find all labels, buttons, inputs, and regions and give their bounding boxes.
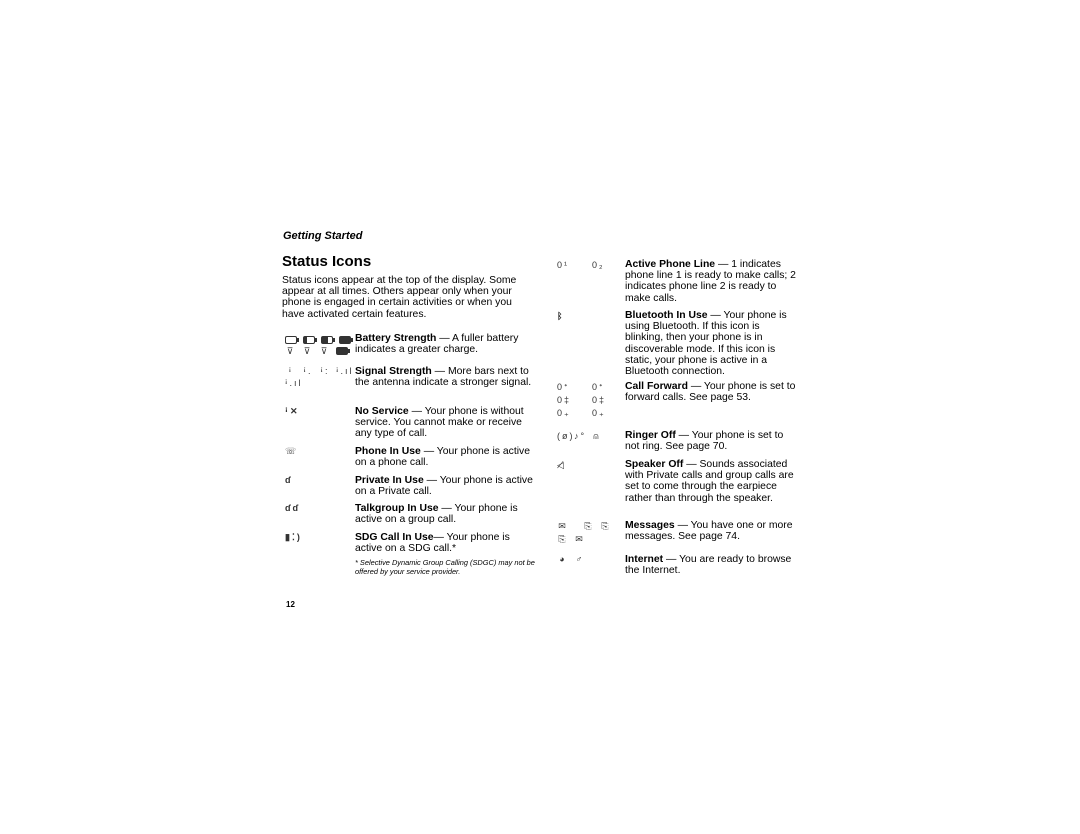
sdg-call-icon: ▮⁚): [285, 532, 302, 542]
section-header: Getting Started: [283, 230, 363, 242]
speaker-off-desc: Speaker Off — Sounds associated with Pri…: [625, 459, 794, 504]
bluetooth-in-use-desc: Bluetooth In Use — Your phone is using B…: [625, 310, 787, 378]
footnote: * Selective Dynamic Group Calling (SDGC)…: [355, 558, 535, 576]
internet-desc: Internet — You are ready to browse the I…: [625, 554, 792, 577]
messages-icon: ✉ ⎘ ⎘ ⎘ ✉: [558, 521, 611, 544]
phone-in-use-icon: ☏: [285, 446, 299, 456]
private-in-use-icon: ɗ: [285, 475, 293, 485]
no-service-icon: ꜟ✕: [285, 406, 300, 416]
phone-line-icon: 0¹ 0₂: [557, 260, 605, 270]
ringer-off-desc: Ringer Off — Your phone is set to not ri…: [625, 430, 784, 453]
phone-in-use-desc: Phone In Use — Your phone is active on a…: [355, 446, 530, 469]
private-in-use-desc: Private In Use — Your phone is active on…: [355, 475, 533, 498]
call-forward-icon: 0ᐩ 0ᐩ 0‡ 0‡ 0₊ 0₊: [557, 382, 607, 418]
call-forward-desc: Call Forward — Your phone is set to forw…: [625, 381, 796, 404]
sdg-call-in-use-desc: SDG Call In Use— Your phone is active on…: [355, 532, 510, 555]
messages-desc: Messages — You have one or more messages…: [625, 520, 793, 543]
bluetooth-icon: ᛒ: [557, 311, 565, 321]
battery-icon: ⊽ ⊽ ⊽: [285, 334, 357, 357]
ringer-off-icon: (ø)♪° ⍝: [557, 431, 601, 441]
active-phone-line-desc: Active Phone Line — 1 indicates phone li…: [625, 259, 796, 304]
page-title: Status Icons: [282, 253, 372, 270]
internet-icon: ◕ ♂: [559, 554, 585, 564]
no-service-desc: No Service — Your phone is without servi…: [355, 406, 524, 440]
talkgroup-in-use-desc: Talkgroup In Use — Your phone is active …: [355, 503, 518, 526]
signal-strength-desc: Signal Strength — More bars next to the …: [355, 366, 532, 389]
talkgroup-icon: ɗɗ: [285, 503, 300, 513]
speaker-off-icon: ◁̸: [557, 460, 566, 470]
page-number: 12: [286, 600, 295, 609]
intro-paragraph: Status icons appear at the top of the di…: [282, 275, 517, 320]
battery-strength-desc: Battery Strength — A fuller battery indi…: [355, 333, 519, 356]
signal-icon: ꜟ ꜟ. ꜟ: ꜟ.ıl ꜟ.ıl: [285, 366, 354, 388]
